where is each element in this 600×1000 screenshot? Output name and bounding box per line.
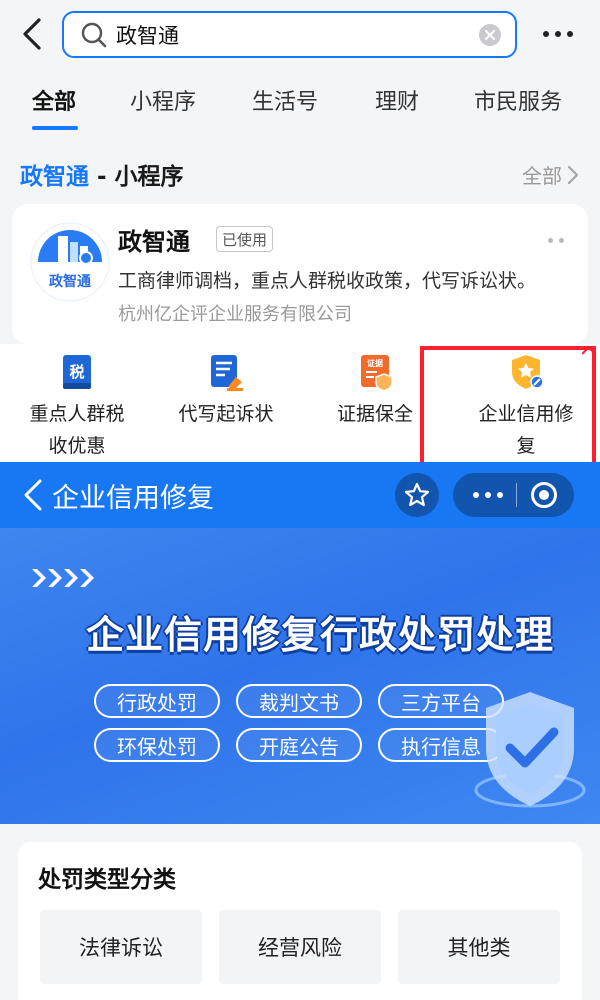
penalty-category-section: 处罚类型分类 法律诉讼 经营风险 其他类 xyxy=(18,842,582,1000)
close-icon xyxy=(485,30,495,40)
banner-tag: 开庭公告 xyxy=(236,728,362,762)
chevron-left-icon[interactable] xyxy=(22,478,44,512)
back-button[interactable] xyxy=(14,14,50,54)
result-tabs: 全部 小程序 生活号 理财 市民服务 xyxy=(0,78,600,136)
chevron-left-icon xyxy=(23,18,41,50)
section-title: 政智通 - 小程序 xyxy=(20,157,184,191)
clear-search-button[interactable] xyxy=(479,24,501,46)
tax-icon-text: 税 xyxy=(69,363,84,381)
active-tab-indicator xyxy=(32,126,78,130)
arrows-icon xyxy=(32,569,94,587)
dot-icon xyxy=(559,238,564,243)
promo-banner[interactable]: 企业信用修复行政处罚处理 行政处罚 裁判文书 三方平台 环保处罚 开庭公告 执行… xyxy=(0,528,600,824)
section-suffix: - 小程序 xyxy=(89,164,184,190)
tax-icon: 税 xyxy=(63,355,91,389)
dot-icon xyxy=(473,492,479,498)
favorite-button[interactable] xyxy=(395,473,439,517)
capsule-divider xyxy=(516,483,517,507)
search-input[interactable] xyxy=(116,14,456,55)
app-card[interactable]: 政智通 政智通 已使用 工商律师调档，重点人群税收政策，代写诉讼状。 杭州亿企评… xyxy=(12,204,588,344)
banner-tag: 环保处罚 xyxy=(94,728,220,762)
capsule-more-button[interactable] xyxy=(473,492,503,498)
app-name: 政智通 xyxy=(118,228,190,256)
banner-title: 企业信用修复行政处罚处理 xyxy=(86,613,555,657)
service-credit-repair[interactable]: 企业信用修复 xyxy=(470,352,582,462)
credit-shield-icon xyxy=(512,355,544,389)
service-label: 重点人群税收优惠 xyxy=(29,403,125,457)
services-row: 税 重点人群税收优惠 代写起诉状 证据 证据保全 企业信用修复 xyxy=(0,344,600,462)
app-description: 工商律师调档，重点人群税收政策，代写诉讼状。 xyxy=(118,270,537,292)
service-label: 代写起诉状 xyxy=(178,403,274,425)
banner-tag: 裁判文书 xyxy=(236,684,362,718)
dot-icon xyxy=(548,238,553,243)
dot-icon xyxy=(543,31,549,37)
tab-lifestyle[interactable]: 生活号 xyxy=(252,84,318,116)
section-brand: 政智通 xyxy=(20,164,89,190)
search-box[interactable] xyxy=(62,11,517,58)
miniprogram-capsule xyxy=(453,473,574,517)
app-logo-text: 政智通 xyxy=(49,273,91,290)
evidence-icon-text: 证据 xyxy=(367,358,383,368)
category-legal-litigation[interactable]: 法律诉讼 xyxy=(40,910,202,984)
service-tax-benefits[interactable]: 税 重点人群税收优惠 xyxy=(22,352,132,462)
category-title: 处罚类型分类 xyxy=(38,867,176,893)
app-company: 杭州亿企评企业服务有限公司 xyxy=(118,304,352,325)
document-pen-icon xyxy=(211,355,243,391)
used-badge: 已使用 xyxy=(216,226,274,252)
highlight-corner-mark xyxy=(582,346,594,355)
dot-icon xyxy=(485,492,491,498)
tab-finance[interactable]: 理财 xyxy=(375,84,419,116)
service-evidence-preservation[interactable]: 证据 证据保全 xyxy=(330,352,420,430)
tab-citizen-services[interactable]: 市民服务 xyxy=(474,84,562,116)
section-more-link[interactable]: 全部 xyxy=(522,160,580,189)
tab-all[interactable]: 全部 xyxy=(32,84,76,116)
evidence-shield-icon: 证据 xyxy=(361,355,393,392)
tab-miniprogram[interactable]: 小程序 xyxy=(130,84,196,116)
service-label: 证据保全 xyxy=(336,403,413,425)
top-search-bar xyxy=(0,0,600,70)
dot-icon xyxy=(567,31,573,37)
dot-icon xyxy=(497,492,503,498)
banner-tag: 行政处罚 xyxy=(94,684,220,718)
dot-icon xyxy=(555,31,561,37)
miniprogram-title: 企业信用修复 xyxy=(52,483,214,514)
category-other[interactable]: 其他类 xyxy=(398,910,560,984)
service-label: 企业信用修复 xyxy=(478,403,574,457)
miniprogram-header: 企业信用修复 xyxy=(0,462,600,528)
chevron-right-icon xyxy=(567,165,579,184)
star-icon xyxy=(404,482,430,507)
more-options-button[interactable] xyxy=(543,20,573,48)
close-miniprogram-icon[interactable] xyxy=(531,482,557,508)
app-logo: 政智通 xyxy=(30,222,110,302)
shield-check-icon xyxy=(474,692,586,808)
section-header: 政智通 - 小程序 全部 xyxy=(20,156,590,192)
category-business-risk[interactable]: 经营风险 xyxy=(219,910,381,984)
service-write-complaint[interactable]: 代写起诉状 xyxy=(170,352,282,430)
section-more-label: 全部 xyxy=(522,164,562,188)
search-icon xyxy=(80,21,108,49)
card-more-button[interactable] xyxy=(548,238,564,244)
